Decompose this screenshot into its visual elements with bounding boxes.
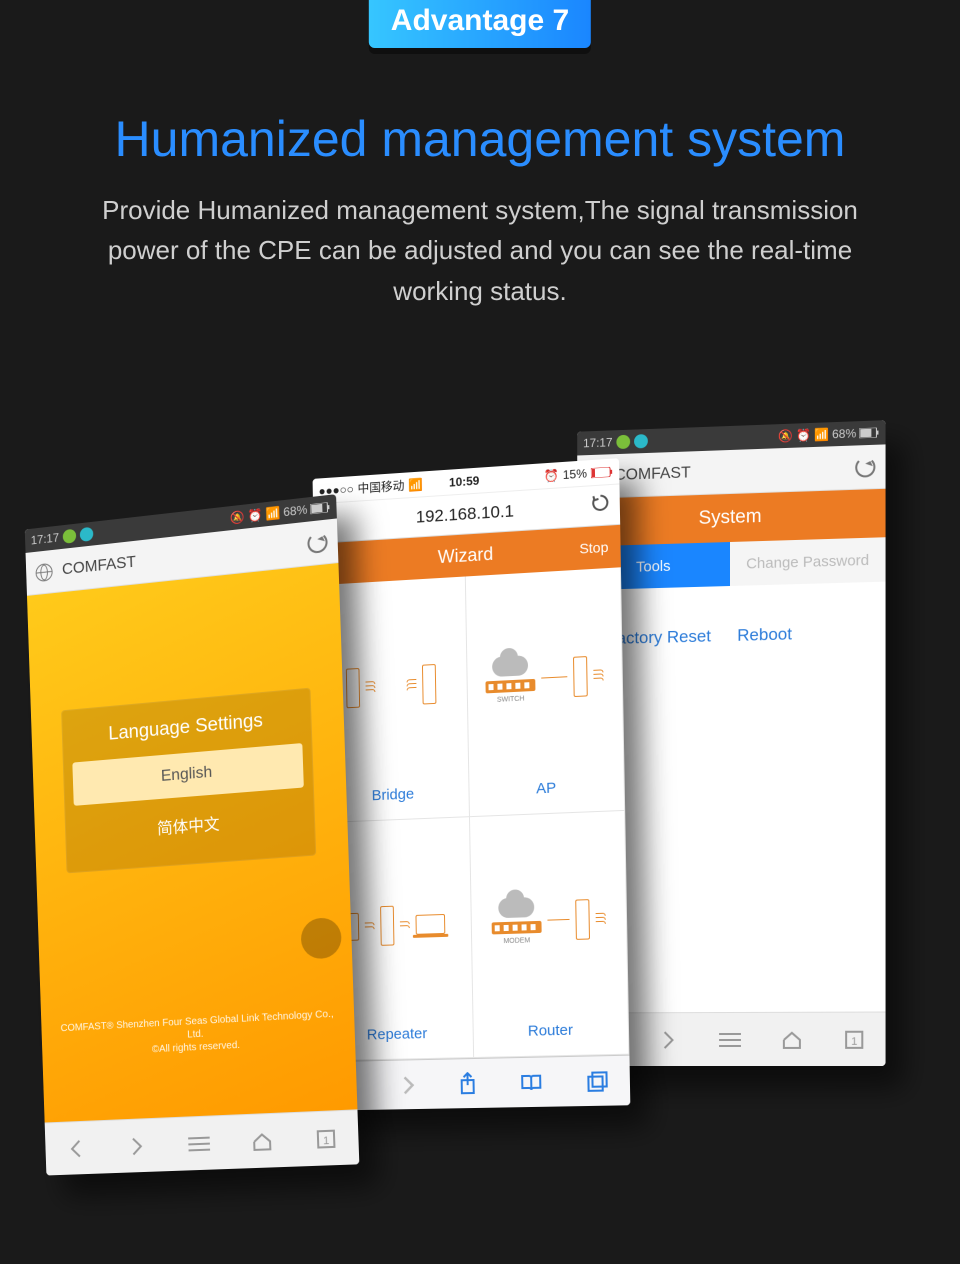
language-settings-title: Language Settings (71, 707, 302, 749)
mode-router[interactable]: MODEM Router (470, 811, 629, 1058)
bookmarks-icon[interactable] (519, 1072, 543, 1093)
svg-text:1: 1 (851, 1035, 857, 1047)
mode-label: AP (536, 779, 556, 797)
tabs-icon[interactable] (586, 1070, 609, 1093)
mode-label: Repeater (367, 1025, 428, 1043)
svg-text:1: 1 (323, 1134, 330, 1147)
copyright-text: COMFAST® Shenzhen Four Seas Global Link … (41, 1007, 355, 1062)
phone-language: Language Switch 17:17 🔕 ⏰ 📶 68% COMFAST … (25, 494, 360, 1175)
nav-forward-icon[interactable] (400, 1074, 416, 1096)
nav-menu-icon[interactable] (188, 1132, 210, 1155)
nav-menu-icon[interactable] (719, 1028, 741, 1050)
page-subheadline: Provide Humanized management system,The … (100, 190, 860, 311)
refresh-icon[interactable] (307, 531, 328, 553)
mute-icon: 🔕 (778, 429, 793, 444)
wizard-title: Wizard (438, 543, 494, 567)
status-time: 17:17 (31, 531, 60, 548)
language-screen: Language Settings English 简体中文 COMFAST® … (27, 563, 357, 1122)
tab-change-password[interactable]: Change Password (730, 537, 886, 586)
nav-home-icon[interactable] (251, 1130, 274, 1153)
reload-icon[interactable] (591, 493, 610, 517)
status-battery: 68% (283, 502, 308, 519)
wifi-icon: 📶 (265, 506, 280, 522)
system-title: System (699, 506, 762, 530)
nav-tabs-icon[interactable]: 1 (315, 1127, 338, 1150)
nav-home-icon[interactable] (781, 1028, 803, 1050)
phone-modes: Four Modes ●●●○○ 中国移动 📶 10:59 ⏰ 15% 192.… (313, 458, 631, 1111)
system-titlebar: ‹ System (577, 489, 885, 547)
nav-tabs-icon[interactable]: 1 (843, 1028, 865, 1050)
battery-icon (310, 502, 330, 514)
status-app-icon (616, 435, 630, 449)
alarm-icon: ⏰ (796, 428, 811, 443)
page-headline: Humanized management system (0, 110, 960, 168)
mode-ap[interactable]: SWITCH AP (466, 567, 625, 817)
mode-label: Router (528, 1022, 573, 1040)
url-text: 192.168.10.1 (416, 501, 514, 527)
reboot-link[interactable]: Reboot (737, 624, 792, 645)
advantage-badge: Advantage 7 (369, 0, 591, 48)
language-settings-card: Language Settings English 简体中文 (61, 688, 316, 874)
globe-icon (35, 562, 53, 581)
status-battery: 68% (832, 426, 856, 441)
wifi-icon: 📶 (814, 427, 829, 442)
mode-grid: Bridge SWITCH AP Repeater MODEM (314, 567, 629, 1061)
page-title: COMFAST (614, 458, 845, 484)
stop-button[interactable]: Stop (579, 539, 608, 557)
status-app-icon (63, 529, 77, 544)
status-time: 17:17 (583, 435, 612, 450)
battery-icon (859, 427, 879, 438)
status-app-icon (634, 434, 648, 448)
mute-icon: 🔕 (230, 510, 245, 526)
nav-back-icon[interactable] (65, 1137, 87, 1159)
alarm-icon: ⏰ (247, 508, 262, 524)
nav-forward-icon[interactable] (126, 1135, 148, 1158)
status-app-icon (80, 527, 94, 542)
share-icon[interactable] (458, 1071, 478, 1095)
refresh-icon[interactable] (855, 456, 875, 477)
mode-label: Bridge (372, 786, 415, 805)
nav-forward-icon[interactable] (658, 1029, 680, 1051)
safari-toolbar (323, 1055, 631, 1111)
language-floating-button[interactable] (300, 917, 342, 960)
